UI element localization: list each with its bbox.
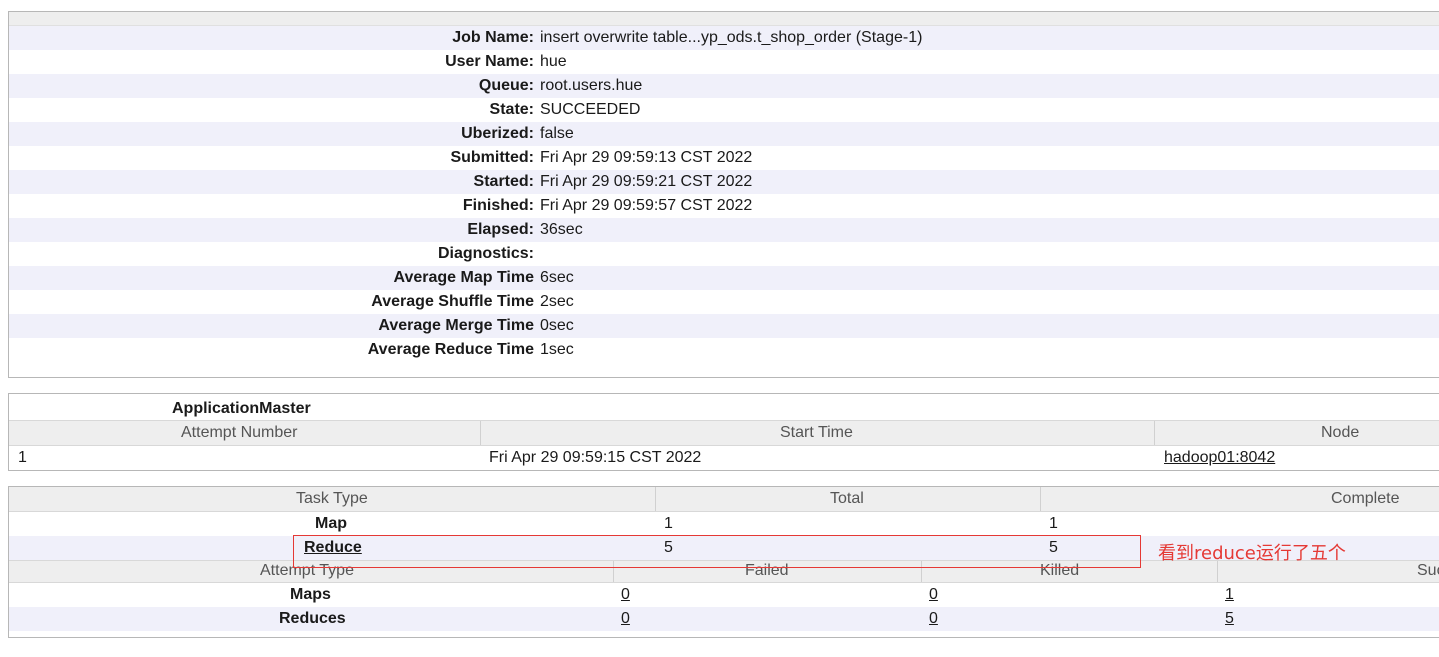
info-row: Average Map Time 6sec [9,266,1439,290]
info-label: Diagnostics: [437,245,534,262]
info-label: User Name: [445,53,534,70]
map-complete: 1 [1049,515,1058,532]
successful-header[interactable]: Suc [1417,562,1439,580]
maps-killed-link[interactable]: 0 [929,586,938,604]
info-row: Diagnostics: [9,242,1439,266]
job-overview-panel: Job Name: insert overwrite table...yp_ods… [8,11,1439,378]
highlight-box [293,535,1141,568]
application-master-header-row: Attempt Number Start Time Node [9,420,1439,446]
info-row: User Name: hue [9,50,1439,74]
attempt-number-header[interactable]: Attempt Number [181,424,297,442]
info-label: Uberized: [461,125,534,142]
info-row: Job Name: insert overwrite table...yp_ods… [9,26,1439,50]
start-time-header[interactable]: Start Time [780,424,853,442]
info-label: Submitted: [450,149,534,166]
info-row: Queue: root.users.hue [9,74,1439,98]
maps-failed-link[interactable]: 0 [621,586,630,604]
node-link[interactable]: hadoop01:8042 [1164,449,1275,467]
reduces-successful-link[interactable]: 5 [1225,610,1234,628]
attempt-number-cell: 1 [18,449,27,466]
map-total: 1 [664,515,673,532]
info-value: SUCCEEDED [540,101,641,118]
info-row: Uberized: false [9,122,1439,146]
reduces-killed-link[interactable]: 0 [929,610,938,628]
info-label: Started: [473,173,534,190]
info-value: 36sec [540,221,583,238]
maps-attempt-type: Maps [290,586,331,603]
reduces-failed-link[interactable]: 0 [621,610,630,628]
info-value: insert overwrite table...yp_ods.t_shop_o… [540,29,923,46]
info-value: 1sec [540,341,574,358]
info-value: hue [540,53,567,70]
panel-header [9,12,1439,26]
info-value: Fri Apr 29 09:59:13 CST 2022 [540,149,753,166]
application-master-title-row: ApplicationMaster [9,394,1439,420]
info-row: Started: Fri Apr 29 09:59:21 CST 2022 [9,170,1439,194]
info-value: root.users.hue [540,77,643,94]
table-row: Reduces 0 0 5 [9,607,1439,631]
info-value: 0sec [540,317,574,334]
annotation-text: 看到reduce运行了五个 [1158,543,1346,564]
reduces-attempt-type: Reduces [279,610,346,627]
node-header[interactable]: Node [1321,424,1359,442]
info-label: Job Name: [452,29,534,46]
info-row: Submitted: Fri Apr 29 09:59:13 CST 2022 [9,146,1439,170]
task-header-row: Task Type Total Complete [9,487,1439,512]
application-master-panel: ApplicationMaster Attempt Number Start T… [8,393,1439,471]
table-row: Maps 0 0 1 [9,583,1439,607]
start-time-cell: Fri Apr 29 09:59:15 CST 2022 [489,449,702,466]
info-label: State: [489,101,534,118]
info-label: Average Reduce Time [367,341,534,358]
info-row: Elapsed: 36sec [9,218,1439,242]
info-label: Average Shuffle Time [371,293,534,310]
task-type-header[interactable]: Task Type [296,490,368,508]
info-value: Fri Apr 29 09:59:57 CST 2022 [540,197,753,214]
info-row: State: SUCCEEDED [9,98,1439,122]
info-value: Fri Apr 29 09:59:21 CST 2022 [540,173,753,190]
info-label: Average Merge Time [378,317,534,334]
info-label: Finished: [462,197,534,214]
maps-successful-link[interactable]: 1 [1225,586,1234,604]
table-row: Map 1 1 [9,512,1439,536]
info-label: Average Map Time [393,269,535,286]
info-label: Queue: [478,77,534,94]
info-row: Average Reduce Time 1sec [9,338,1439,362]
table-row: 1 Fri Apr 29 09:59:15 CST 2022 hadoop01:… [9,446,1439,470]
application-master-title: ApplicationMaster [172,400,311,417]
info-value: false [540,125,574,142]
info-row: Average Merge Time 0sec [9,314,1439,338]
map-task-type: Map [315,515,347,532]
complete-header[interactable]: Complete [1331,490,1399,508]
info-row: Finished: Fri Apr 29 09:59:57 CST 2022 [9,194,1439,218]
total-header[interactable]: Total [830,490,864,508]
info-row: Average Shuffle Time 2sec [9,290,1439,314]
info-value: 2sec [540,293,574,310]
info-value: 6sec [540,269,574,286]
info-label: Elapsed: [467,221,534,238]
